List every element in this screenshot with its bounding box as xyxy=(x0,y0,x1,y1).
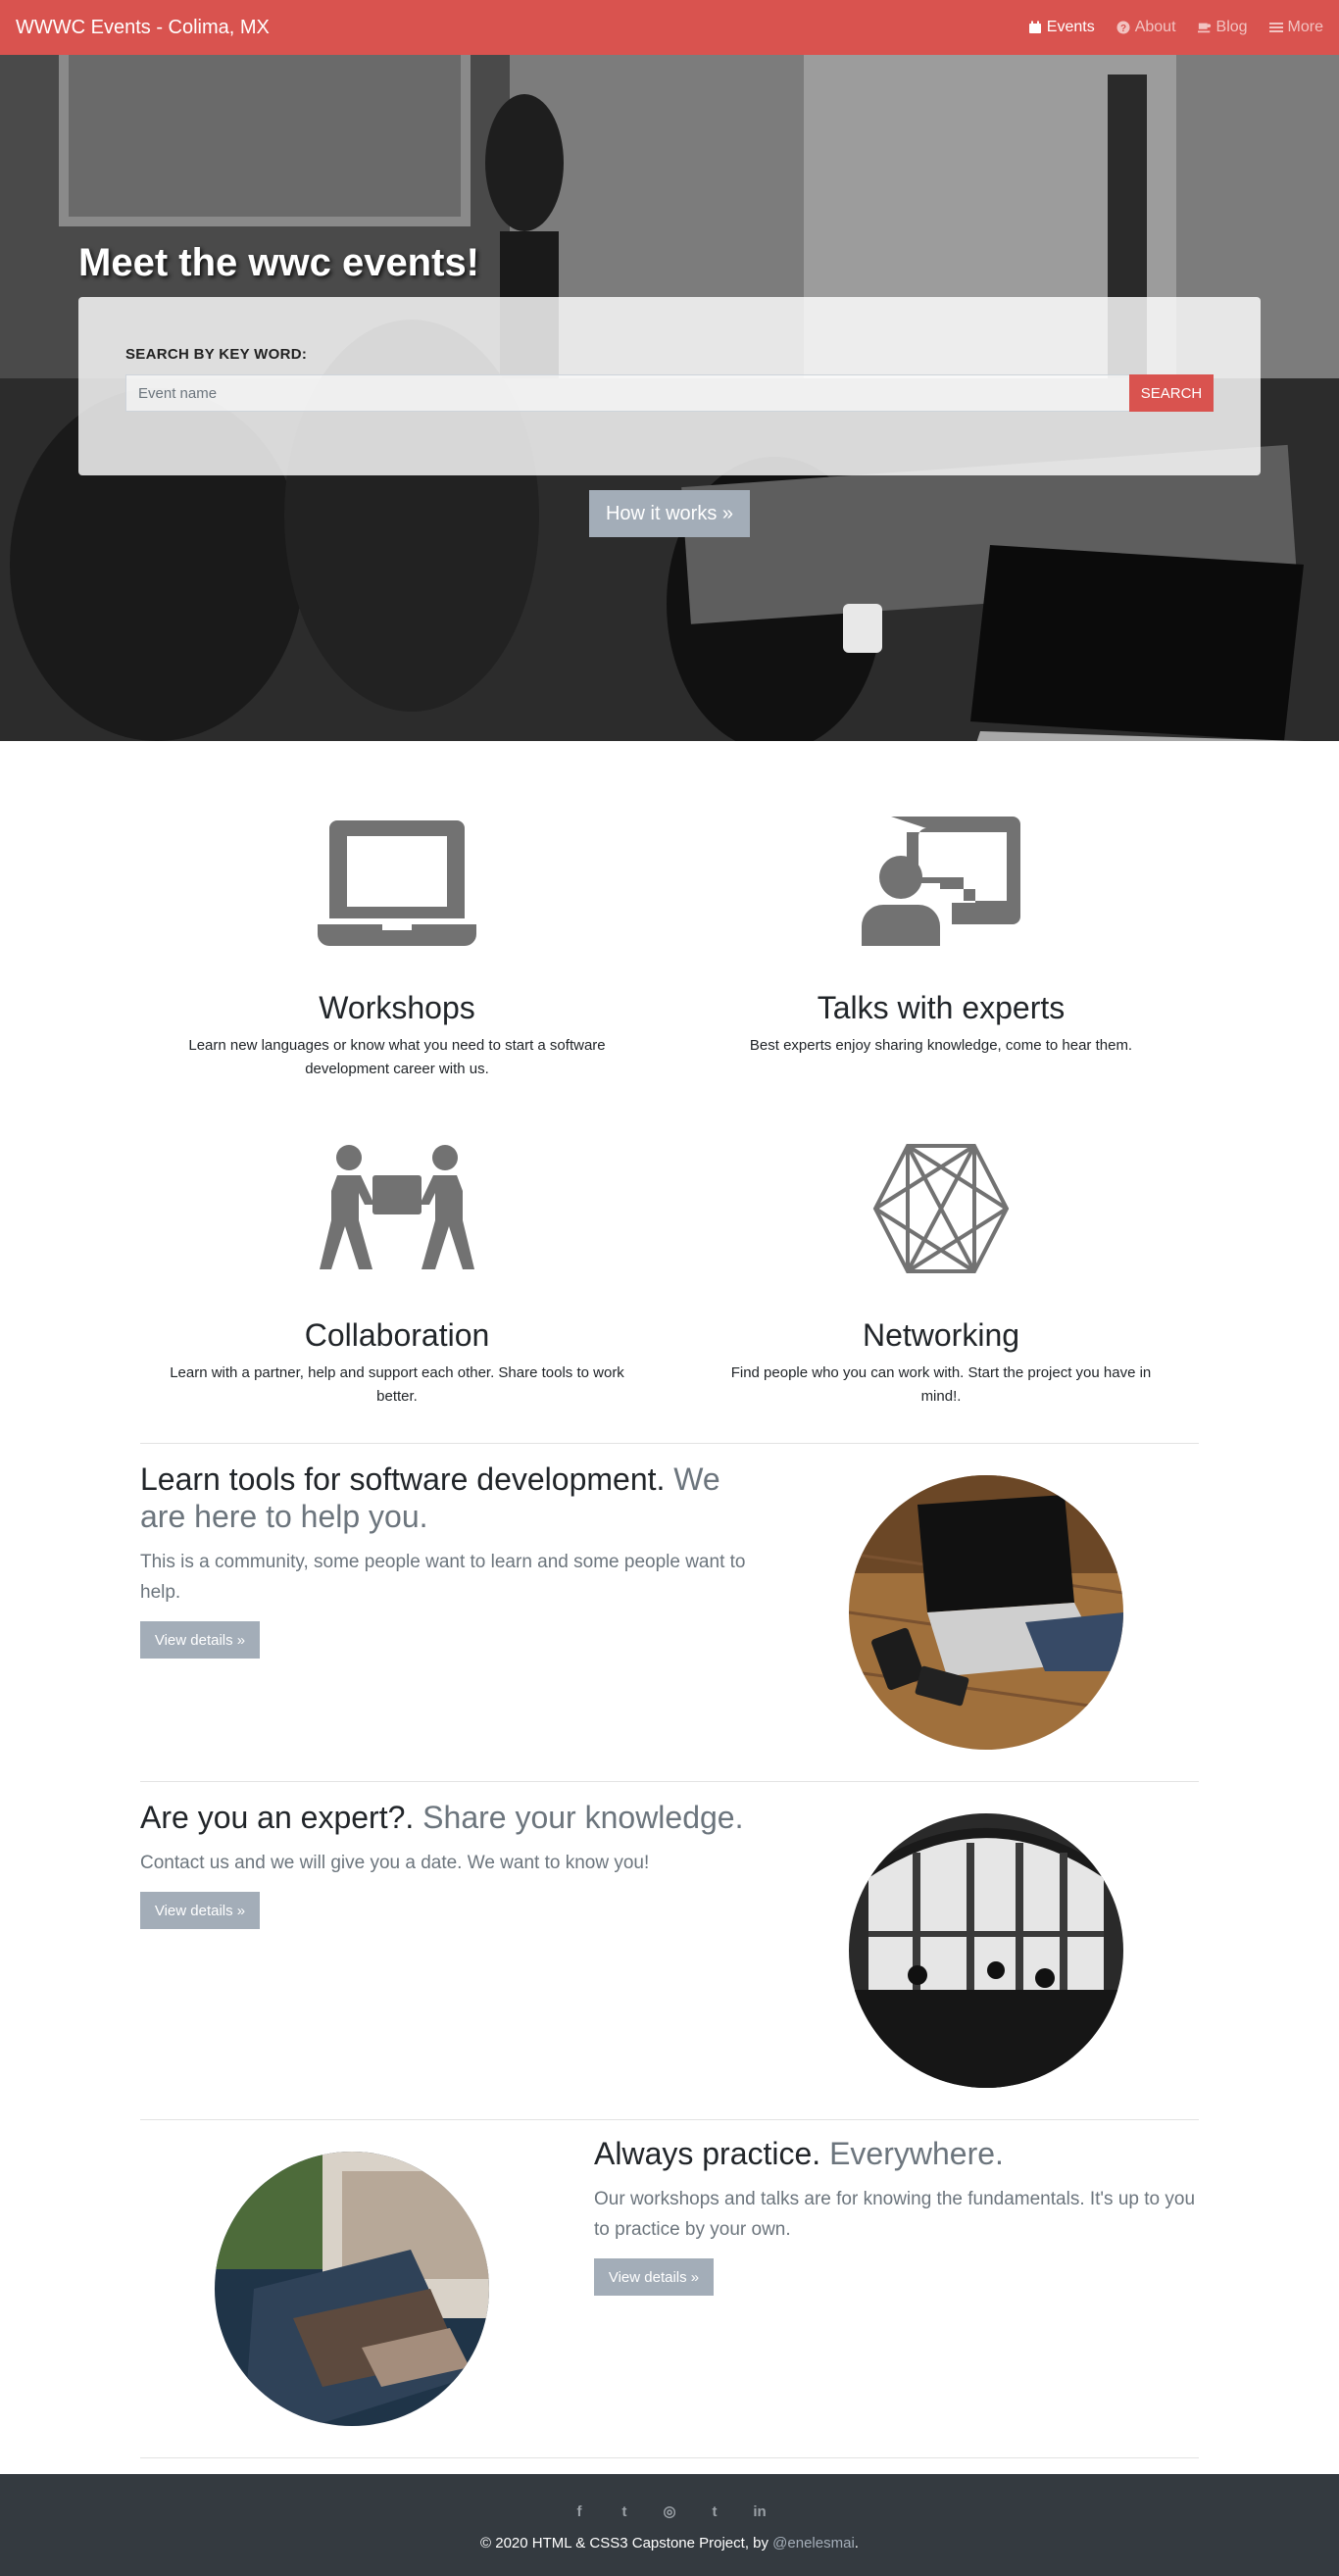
hero-title: Meet the wwc events! xyxy=(78,241,480,284)
practice-photo xyxy=(215,2152,489,2426)
feature-title: Collaboration xyxy=(304,1317,490,1353)
footer: f t ◎ t in © 2020 HTML & CSS3 Capstone P… xyxy=(0,2474,1339,2576)
marketing-heading: Are you an expert?. Share your knowledge… xyxy=(140,1799,758,1836)
laptop-icon xyxy=(318,820,476,946)
nav-link-events[interactable]: Events xyxy=(1028,19,1095,36)
heading-muted: Share your knowledge. xyxy=(422,1800,744,1835)
nav-link-label: Blog xyxy=(1215,19,1248,35)
marketing-row-tools: Learn tools for software development. We… xyxy=(140,1461,758,1659)
brand-link[interactable]: WWWC Events - Colima, MX xyxy=(16,17,270,39)
nav-link-about[interactable]: ? About xyxy=(1116,19,1176,36)
social-links: f t ◎ t in xyxy=(0,2503,1339,2521)
marketing-heading: Learn tools for software development. We… xyxy=(140,1461,758,1535)
menu-icon xyxy=(1268,23,1283,32)
feature-text: Learn with a partner, help and support e… xyxy=(170,1364,624,1405)
marketing-row-practice: Always practice. Everywhere. Our worksho… xyxy=(594,2135,1212,2296)
search-label: SEARCH BY KEY WORD: xyxy=(125,346,308,363)
divider xyxy=(140,2457,1199,2458)
nav-link-blog[interactable]: Blog xyxy=(1197,19,1248,36)
feature-title: Workshops xyxy=(319,990,475,1025)
author-link[interactable]: @enelesmai xyxy=(772,2535,855,2551)
marketing-text: This is a community, some people want to… xyxy=(140,1552,746,1603)
heading-main: Always practice. xyxy=(594,2136,821,2171)
coffee-icon xyxy=(1197,23,1211,33)
nav-links: Events ? About Blog More xyxy=(1028,19,1323,36)
view-details-button[interactable]: View details » xyxy=(594,2258,714,2296)
marketing-text: Our workshops and talks are for knowing … xyxy=(594,2189,1196,2240)
feature-title: Networking xyxy=(862,1317,1020,1353)
feature-text: Learn new languages or know what you nee… xyxy=(188,1037,606,1077)
feature-collaboration: Collaboration Learn with a partner, help… xyxy=(132,1144,662,1409)
people-carry-icon xyxy=(320,1145,474,1269)
nav-link-label: Events xyxy=(1046,19,1095,35)
heading-main: Are you an expert?. xyxy=(140,1800,415,1835)
view-details-button[interactable]: View details » xyxy=(140,1892,260,1929)
heading-muted: Everywhere. xyxy=(829,2136,1004,2171)
nav-link-label: More xyxy=(1287,19,1323,35)
how-it-works-button[interactable]: How it works » xyxy=(589,490,750,537)
heading-main: Learn tools for software development. xyxy=(140,1461,666,1497)
svg-text:?: ? xyxy=(1120,24,1126,34)
marketing-row-expert: Are you an expert?. Share your knowledge… xyxy=(140,1799,758,1929)
feature-workshops: Workshops Learn new languages or know wh… xyxy=(132,817,662,1081)
feature-title: Talks with experts xyxy=(817,990,1066,1025)
copyright-period: . xyxy=(854,2535,859,2551)
divider xyxy=(140,2119,1199,2120)
facebook-icon[interactable]: f xyxy=(570,2503,588,2521)
divider xyxy=(140,1781,1199,1782)
search-button[interactable]: SEARCH xyxy=(1129,374,1214,412)
chalkboard-teacher-icon xyxy=(862,817,1020,946)
feature-text: Find people who you can work with. Start… xyxy=(730,1364,1152,1405)
search-row: SEARCH xyxy=(125,374,1214,412)
navbar: WWWC Events - Colima, MX Events ? About … xyxy=(0,0,1339,55)
hall-photo xyxy=(849,1813,1123,2088)
search-input[interactable] xyxy=(125,374,1129,412)
linkedin-icon[interactable]: in xyxy=(751,2503,769,2521)
nav-link-more[interactable]: More xyxy=(1268,19,1323,36)
tumblr-icon[interactable]: t xyxy=(706,2503,723,2521)
view-details-button[interactable]: View details » xyxy=(140,1621,260,1659)
network-hexagon-icon xyxy=(872,1144,1010,1273)
copyright: © 2020 HTML & CSS3 Capstone Project, by … xyxy=(0,2535,1339,2551)
nav-link-label: About xyxy=(1134,19,1176,35)
copyright-text: © 2020 HTML & CSS3 Capstone Project, by xyxy=(480,2535,773,2551)
feature-networking: Networking Find people who you can work … xyxy=(676,1144,1206,1409)
question-circle-icon: ? xyxy=(1116,21,1130,34)
search-card: SEARCH BY KEY WORD: SEARCH xyxy=(78,297,1261,475)
marketing-text: Contact us and we will give you a date. … xyxy=(140,1853,650,1873)
hero-section: Meet the wwc events! SEARCH BY KEY WORD:… xyxy=(0,55,1339,741)
divider xyxy=(140,1443,1199,1444)
twitter-icon[interactable]: t xyxy=(616,2503,633,2521)
feature-talks: Talks with experts Best experts enjoy sh… xyxy=(676,817,1206,1058)
marketing-heading: Always practice. Everywhere. xyxy=(594,2135,1212,2172)
laptop-photo xyxy=(849,1475,1123,1750)
calendar-icon xyxy=(1028,21,1041,33)
instagram-icon[interactable]: ◎ xyxy=(661,2503,678,2521)
feature-text: Best experts enjoy sharing knowledge, co… xyxy=(749,1037,1133,1054)
